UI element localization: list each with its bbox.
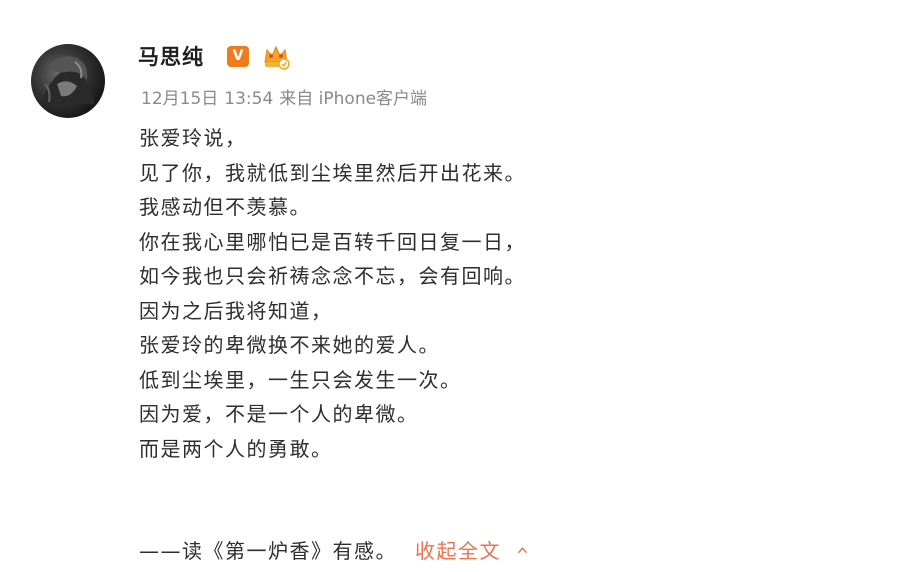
post-line: 因为爱，不是一个人的卑微。 bbox=[139, 402, 419, 426]
post-line: 低到尘埃里，一生只会发生一次。 bbox=[139, 367, 462, 392]
chevron-up-icon bbox=[517, 547, 528, 554]
post-line: 如今我也只会祈祷念念不忘，会有回响。 bbox=[139, 264, 526, 288]
avatar-image bbox=[41, 56, 95, 104]
post-line-last: ——读《第一炉香》有感。 收起全文 bbox=[139, 534, 528, 568]
post-line: ——读《第一炉香》有感。 bbox=[139, 539, 397, 563]
post-line: 见了你，我就低到尘埃里然后开出花来。 bbox=[139, 160, 526, 185]
collapse-text-link[interactable]: 收起全文 bbox=[415, 539, 528, 563]
post-body: 张爱玲说， 见了你，我就低到尘埃里然后开出花来。 我感动但不羡慕。 你在我心里哪… bbox=[139, 121, 526, 466]
avatar[interactable] bbox=[31, 44, 105, 118]
post-meta: 12月15日 13:54 来自 iPhone客户端 bbox=[141, 87, 427, 111]
crown-icon[interactable] bbox=[262, 44, 290, 70]
post-line: 张爱玲的卑微换不来她的爱人。 bbox=[139, 333, 440, 357]
collapse-label: 收起全文 bbox=[415, 539, 501, 563]
verified-badge-icon: V bbox=[227, 46, 249, 67]
post-line: 你在我心里哪怕已是百转千回日复一日， bbox=[139, 229, 526, 254]
post-line: 张爱玲说， bbox=[139, 126, 247, 150]
post-time[interactable]: 13:54 bbox=[224, 89, 273, 109]
post-line: 而是两个人的勇敢。 bbox=[139, 436, 333, 461]
post-source: 来自 iPhone客户端 bbox=[279, 89, 428, 109]
author-name[interactable]: 马思纯 bbox=[138, 44, 204, 70]
post-line: 因为之后我将知道， bbox=[139, 298, 333, 323]
post-line: 我感动但不羡慕。 bbox=[139, 195, 311, 219]
post-date[interactable]: 12月15日 bbox=[141, 89, 218, 109]
